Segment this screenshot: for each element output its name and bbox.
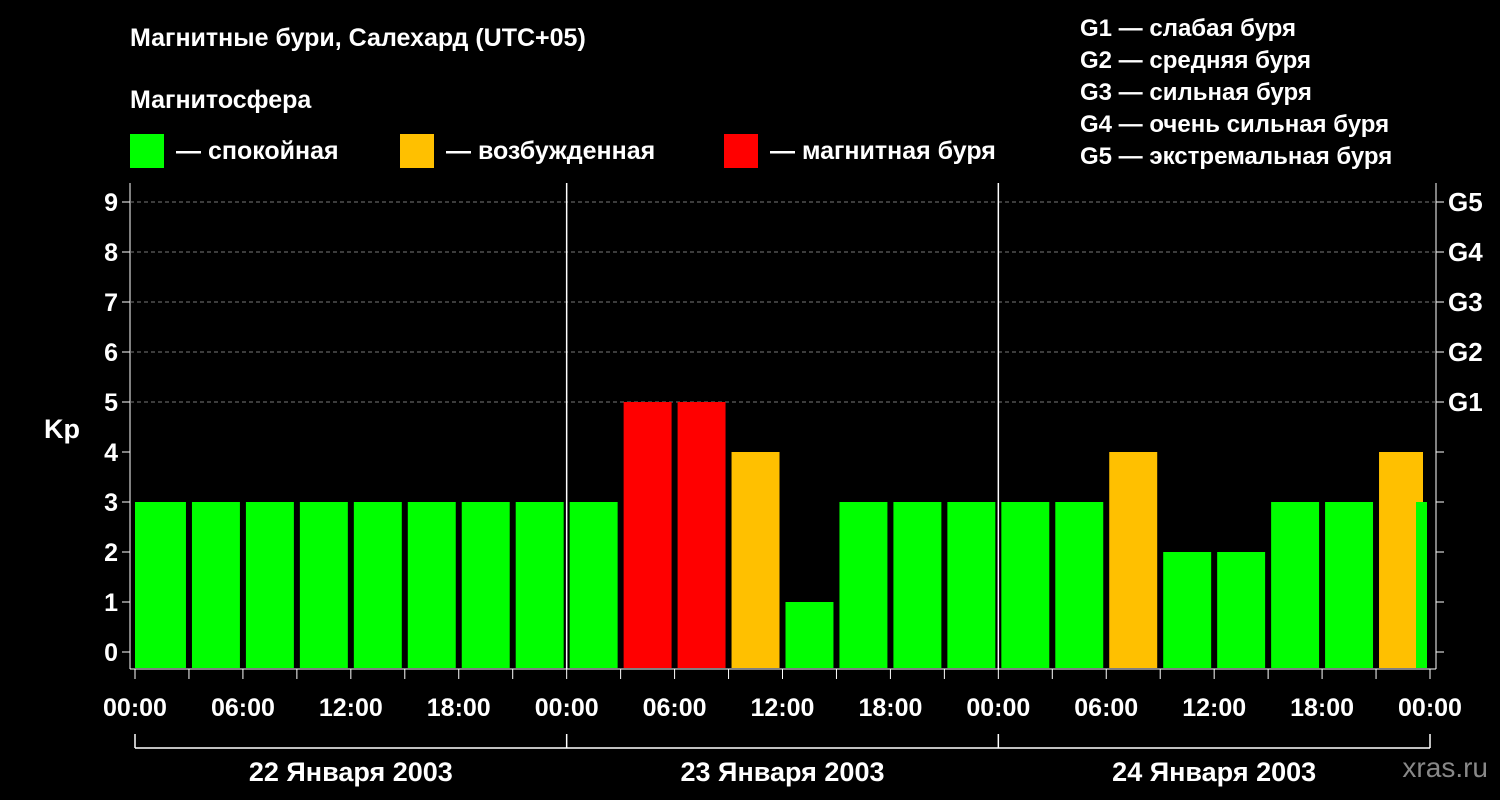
y-tick-label: 6 xyxy=(104,339,118,367)
x-tick-label: 00:00 xyxy=(103,694,167,722)
x-tick-label: 18:00 xyxy=(1290,694,1354,722)
y-tick-label: 9 xyxy=(104,189,118,217)
y-tick-label: 2 xyxy=(104,539,118,567)
y-tick-label: 4 xyxy=(104,439,118,467)
y-tick-label: 7 xyxy=(104,289,118,317)
x-tick-label: 00:00 xyxy=(535,694,599,722)
x-tick-label: 06:00 xyxy=(1074,694,1138,722)
kp-bar xyxy=(191,502,240,668)
kp-bar xyxy=(245,502,294,668)
x-tick-label: 12:00 xyxy=(751,694,815,722)
x-tick-label: 18:00 xyxy=(858,694,922,722)
g-level-label: G1 xyxy=(1448,387,1483,417)
kp-bar xyxy=(1217,552,1266,668)
kp-bar xyxy=(1055,502,1104,668)
watermark: xras.ru xyxy=(1402,752,1488,783)
x-tick-label: 06:00 xyxy=(643,694,707,722)
day-label: 22 Января 2003 xyxy=(249,757,453,787)
x-tick-label: 12:00 xyxy=(1182,694,1246,722)
kp-bar xyxy=(1163,552,1212,668)
kp-chart: 0 1 2 3 4 5 6 7 8 9 G1 G2 G3 G4 G5 Kp 00:00 06:00 12:00 18:… xyxy=(44,183,1483,787)
y-tick-label: 5 xyxy=(104,389,118,417)
day-label: 24 Января 2003 xyxy=(1112,757,1316,787)
kp-bar xyxy=(731,452,780,668)
x-tick-label: 00:00 xyxy=(1398,694,1462,722)
x-tick-label: 12:00 xyxy=(319,694,383,722)
kp-bar xyxy=(1001,502,1050,668)
kp-bar xyxy=(677,402,726,668)
x-tick-label: 00:00 xyxy=(966,694,1030,722)
kp-bar xyxy=(785,602,834,668)
y-tick-label: 3 xyxy=(104,489,118,517)
kp-bar xyxy=(299,502,348,668)
kp-bar xyxy=(1109,452,1158,668)
day-label: 23 Января 2003 xyxy=(681,757,885,787)
y-axis-label: Kp xyxy=(44,414,80,444)
y-tick-label: 8 xyxy=(104,239,118,267)
kp-bar xyxy=(1325,502,1374,668)
kp-bar xyxy=(461,502,510,668)
kp-bar xyxy=(893,502,942,668)
kp-bar xyxy=(947,502,996,668)
g-level-label: G2 xyxy=(1448,337,1483,367)
x-tick-label: 18:00 xyxy=(427,694,491,722)
kp-bar xyxy=(135,502,186,668)
kp-bar xyxy=(1416,502,1427,668)
kp-bar xyxy=(839,502,888,668)
g-level-label: G3 xyxy=(1448,287,1483,317)
kp-bar xyxy=(1271,502,1320,668)
kp-bar xyxy=(569,502,618,668)
kp-bar xyxy=(353,502,402,668)
x-tick-label: 06:00 xyxy=(211,694,275,722)
kp-bar xyxy=(515,502,564,668)
kp-bar xyxy=(623,402,672,668)
kp-bar xyxy=(407,502,456,668)
g-level-label: G5 xyxy=(1448,187,1483,217)
y-tick-label: 0 xyxy=(104,639,118,667)
y-tick-label: 1 xyxy=(104,589,118,617)
g-level-label: G4 xyxy=(1448,237,1483,267)
